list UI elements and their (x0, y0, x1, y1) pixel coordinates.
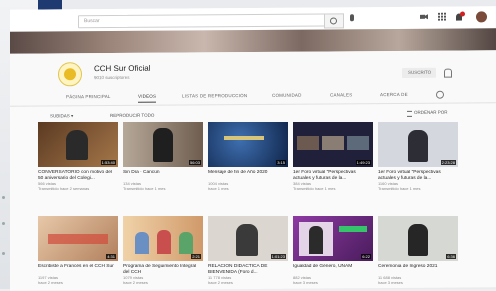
channel-name: CCH Sur Oficial (94, 63, 151, 74)
sort-icon (407, 110, 412, 117)
video-duration: 6:22 (361, 254, 371, 259)
uploads-dropdown[interactable]: SUBIDAS ▾ (50, 113, 73, 119)
sidebar-marker (2, 196, 5, 199)
play-all-button[interactable]: REPRODUCIR TODO (110, 113, 154, 118)
video-date: hace 2 meses (38, 280, 63, 285)
video-date: hace 2 meses (208, 280, 233, 285)
video-thumbnail[interactable]: 1:01:23 (208, 216, 288, 261)
video-card[interactable]: 1:01:23 RELACIÓN DIDÁCTICA DE BIENVENIDA… (208, 216, 288, 285)
video-title[interactable]: Programa de Seguimiento Integral del CCH (123, 264, 203, 275)
user-avatar[interactable] (476, 11, 487, 23)
video-duration: 1:49:23 (355, 160, 371, 165)
search-placeholder: Buscar (84, 18, 100, 25)
video-thumbnail[interactable]: 3:15 (208, 122, 288, 167)
video-title[interactable]: 1er Foro virtual "Perspectivas actuales … (378, 170, 458, 181)
video-date: Transmitido hace 1 mes (123, 186, 166, 191)
logo-emblem-icon (64, 68, 76, 81)
apps-grid-icon[interactable] (438, 12, 446, 21)
video-title[interactable]: Mensaje de fin de Año 2020 (208, 170, 288, 181)
tab-playlists[interactable]: LISTAS DE REPRODUCCIÓN (182, 93, 247, 98)
video-date: hace 3 meses (378, 280, 403, 285)
tab-channels[interactable]: CANALES (330, 92, 352, 97)
channel-bell-icon[interactable] (444, 68, 452, 78)
video-title[interactable]: Escribiste a Francés en el CCH Sur (38, 264, 118, 275)
video-date: hace 1 mes (208, 186, 229, 191)
subscriber-count: 9010 suscriptores (94, 74, 130, 81)
video-title[interactable]: Sin Día · Cancún (123, 170, 203, 181)
video-card[interactable]: 1:53:40 CONVERSATORIO con motivo del 50 … (38, 122, 118, 191)
video-date: Transmitido hace 2 semanas (38, 186, 90, 191)
video-card[interactable]: 2:21 Programa de Seguimiento Integral de… (123, 216, 203, 285)
video-thumbnail[interactable]: 6:22 (293, 216, 373, 261)
video-card[interactable]: 6:22 Igualdad de Género, UNAM 882 vistas… (293, 216, 373, 285)
video-date: Transmitido hace 1 mes (378, 186, 421, 191)
notification-badge (460, 11, 465, 17)
video-duration: 56:03 (188, 160, 201, 165)
video-duration: 4:31 (106, 254, 116, 259)
video-thumbnail[interactable]: 1:49:23 (293, 122, 373, 167)
video-date: hace 2 meses (123, 280, 148, 285)
video-thumbnail[interactable]: 56:03 (123, 122, 203, 167)
create-video-icon[interactable] (420, 13, 428, 21)
video-duration: 2:21 (191, 254, 201, 259)
video-thumbnail[interactable]: 1:53:40 (38, 122, 118, 167)
video-duration: 2:23:28 (440, 160, 456, 165)
sidebar-marker (2, 252, 5, 255)
microphone-icon[interactable] (350, 14, 354, 22)
tab-about[interactable]: ACERCA DE (380, 92, 408, 97)
video-title[interactable]: Igualdad de Género, UNAM (293, 264, 373, 275)
subscribe-label: SUSCRITO (408, 69, 432, 75)
channel-logo (58, 62, 82, 87)
video-thumbnail[interactable]: 2:21 (123, 216, 203, 261)
tab-community[interactable]: COMUNIDAD (272, 93, 302, 98)
video-thumbnail[interactable]: 2:23:28 (378, 122, 458, 167)
video-card[interactable]: 2:23:28 1er Foro virtual "Perspectivas a… (378, 122, 458, 191)
search-input[interactable]: Buscar (78, 13, 326, 29)
video-card[interactable]: 4:31 Escribiste a Francés en el CCH Sur … (38, 216, 118, 285)
video-duration: 1:53:40 (100, 160, 116, 165)
tab-home[interactable]: PÁGINA PRINCIPAL (66, 94, 111, 99)
video-card[interactable]: 1:49:23 1er Foro virtual "Perspectivas a… (293, 122, 373, 191)
video-thumbnail[interactable]: 4:31 (38, 216, 118, 261)
video-date: hace 3 meses (293, 280, 318, 285)
video-card[interactable]: 6:36 Ceremonia de Ingreso 2021 11 688 vi… (378, 216, 458, 285)
video-title[interactable]: Ceremonia de Ingreso 2021 (378, 264, 458, 275)
video-title[interactable]: CONVERSATORIO con motivo del 50 aniversa… (38, 170, 118, 181)
subscribe-button[interactable]: SUSCRITO (402, 67, 436, 78)
video-card[interactable]: 56:03 Sin Día · Cancún 134 vistas Transm… (123, 122, 203, 191)
video-title[interactable]: RELACIÓN DIDÁCTICA DE BIENVENIDA (Foro d… (208, 264, 288, 275)
channel-header: CCH Sur Oficial 9010 suscriptores SUSCRI… (10, 50, 496, 92)
video-card[interactable]: 3:15 Mensaje de fin de Año 2020 1004 vis… (208, 122, 288, 191)
channel-search-icon[interactable] (436, 90, 444, 99)
video-duration: 1:01:23 (270, 254, 286, 259)
sort-button[interactable]: ORDENAR POR (414, 110, 448, 115)
search-icon (330, 17, 337, 25)
video-duration: 6:36 (446, 254, 456, 259)
video-thumbnail[interactable]: 6:36 (378, 216, 458, 261)
tab-videos[interactable]: VIDEOS (138, 93, 157, 103)
video-title[interactable]: 1er Foro virtual "Perspectivas actuales … (293, 170, 373, 181)
video-date: Transmitido hace 1 mes (293, 186, 336, 191)
search-button[interactable] (324, 13, 344, 29)
sidebar-marker (2, 222, 5, 225)
video-duration: 3:15 (276, 160, 286, 165)
